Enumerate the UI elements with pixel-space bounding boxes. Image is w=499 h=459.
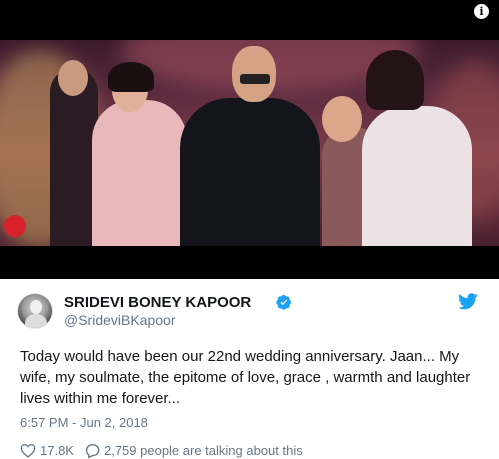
display-name[interactable]: SRIDEVI BONEY KAPOOR — [64, 294, 251, 311]
conversation-link[interactable]: 2,759 people are talking about this — [104, 443, 303, 458]
like-count[interactable]: 17.8K — [40, 443, 74, 458]
heart-icon[interactable] — [20, 443, 36, 458]
embedded-tweet: SRIDEVI BONEY KAPOOR @SrideviBKapoor Tod… — [0, 279, 499, 459]
video-thumbnail[interactable]: i — [0, 0, 499, 279]
person-man-center — [180, 98, 320, 246]
speech-bubble-icon[interactable] — [84, 443, 100, 458]
user-handle[interactable]: @SrideviBKapoor — [64, 312, 176, 328]
avatar[interactable] — [17, 293, 53, 329]
tweet-actions: 17.8K 2,759 people are talking about thi… — [20, 441, 303, 459]
video-frame — [0, 40, 499, 246]
info-icon[interactable]: i — [474, 4, 489, 19]
person-girl-white — [362, 106, 472, 246]
letterbox-bottom — [0, 246, 499, 279]
twitter-bird-icon[interactable] — [458, 293, 478, 310]
person-woman-pink — [92, 100, 187, 246]
channel-logo-icon — [4, 215, 26, 237]
letterbox-top — [0, 0, 499, 40]
verified-badge-icon — [276, 295, 291, 310]
tweet-text: Today would have been our 22nd wedding a… — [20, 348, 471, 407]
tweet-timestamp[interactable]: 6:57 PM - Jun 2, 2018 — [20, 415, 148, 430]
